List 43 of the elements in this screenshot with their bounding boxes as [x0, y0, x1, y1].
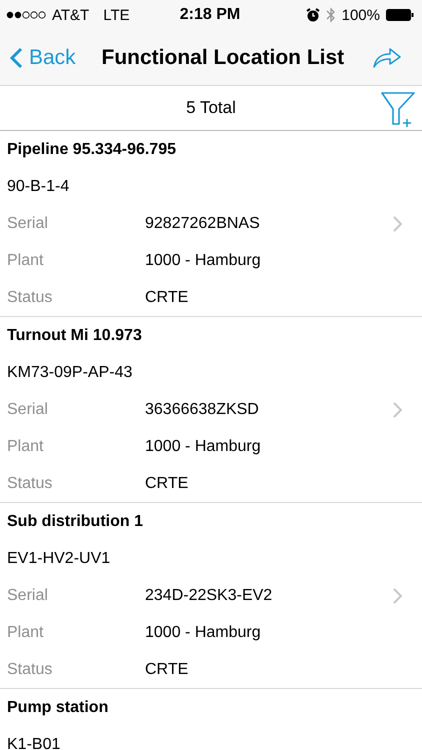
page-title: Functional Location List: [100, 46, 346, 70]
alarm-clock-icon: [306, 8, 320, 22]
field-label: Status: [7, 474, 54, 492]
filter-add-icon[interactable]: [380, 90, 416, 128]
item-code: 90-B-1-4: [7, 178, 70, 196]
chevron-right-icon[interactable]: [392, 588, 402, 604]
field-label: Status: [7, 660, 54, 678]
field-value: 1000 - Hamburg: [145, 252, 262, 270]
chevron-right-icon[interactable]: [392, 216, 402, 232]
item-code: EV1-HV2-UV1: [7, 550, 110, 568]
bluetooth-icon: [326, 7, 336, 23]
field-label: Plant: [7, 624, 44, 642]
signal-icon: [6, 11, 46, 19]
item-title: Pump station: [7, 698, 108, 716]
field-value: CRTE: [145, 288, 190, 306]
network-label: LTE: [103, 6, 130, 24]
field-value: 1000 - Hamburg: [145, 438, 262, 456]
chevron-right-icon[interactable]: [392, 402, 402, 418]
item-title: Turnout Mi 10.973: [7, 326, 142, 344]
item-code: K1-B01: [7, 736, 60, 750]
field-value: 1000 - Hamburg: [145, 624, 262, 642]
field-value: 36366638ZKSD: [145, 400, 260, 418]
clock-time: 2:18 PM: [180, 6, 240, 24]
field-label: Plant: [7, 252, 44, 270]
field-label: Status: [7, 288, 54, 306]
field-value: CRTE: [145, 660, 190, 678]
item-title: Pipeline 95.334-96.795: [7, 140, 176, 158]
field-label: Plant: [7, 438, 44, 456]
field-label: Serial: [7, 214, 49, 232]
field-label: Serial: [7, 586, 49, 604]
battery-percent: 100%: [342, 6, 380, 24]
battery-icon: [386, 9, 414, 21]
field-value: 234D-22SK3-EV2: [145, 586, 274, 604]
field-value: 92827262BNAS: [145, 214, 261, 232]
back-chevron-icon: [10, 46, 23, 68]
field-label: Serial: [7, 400, 49, 418]
back-button[interactable]: Back: [10, 46, 76, 70]
item-title: Sub distribution 1: [7, 512, 143, 530]
field-value: CRTE: [145, 474, 190, 492]
total-count: 5 Total: [186, 98, 236, 118]
share-icon[interactable]: [372, 46, 402, 68]
item-code: KM73-09P-AP-43: [7, 364, 132, 382]
carrier-label: AT&T: [52, 6, 90, 24]
